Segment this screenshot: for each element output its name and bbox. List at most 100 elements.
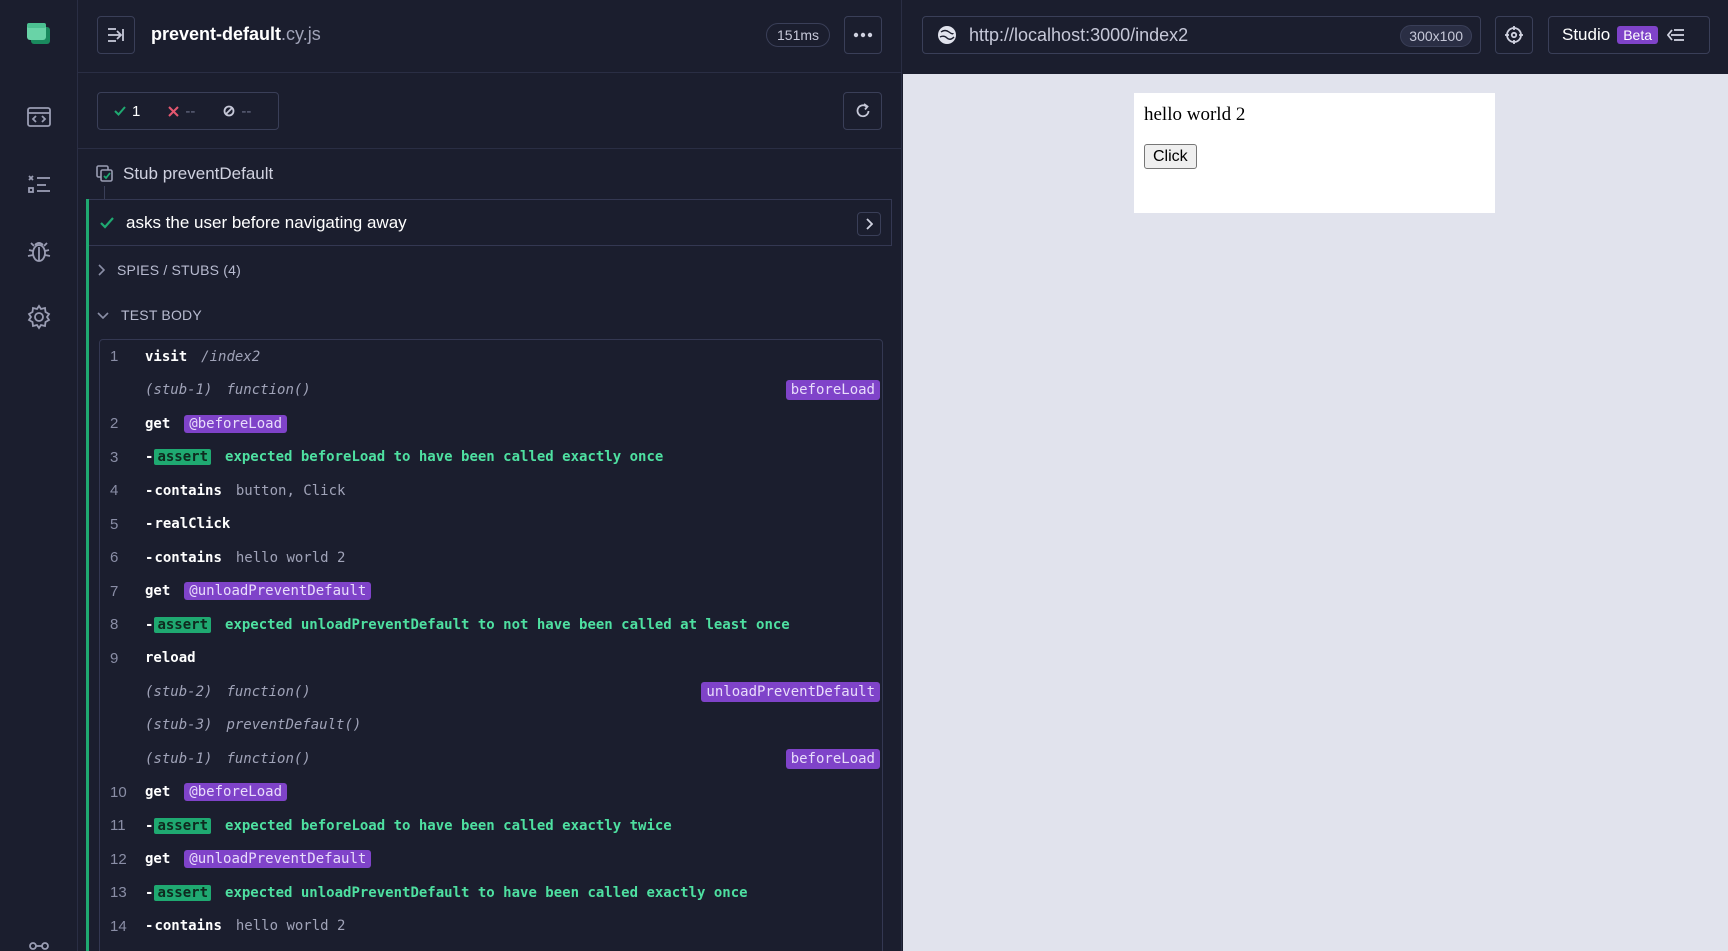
debug-icon[interactable] — [25, 237, 53, 265]
app-preview-panel: http://localhost:3000/index2 300x100 Stu… — [903, 0, 1728, 951]
pending-icon — [223, 105, 235, 117]
command-line-number: 7 — [110, 582, 119, 600]
viewport-size-badge[interactable]: 300x100 — [1400, 25, 1472, 47]
rerun-button[interactable] — [843, 92, 882, 130]
chevron-down-icon — [97, 312, 109, 319]
command-line-number: 10 — [110, 783, 127, 801]
reporter-panel: prevent-default.cy.js 151ms 1 -- -- Stub… — [78, 0, 902, 951]
test-block: asks the user before navigating away SPI… — [86, 199, 892, 951]
spies-stubs-toggle[interactable]: SPIES / STUBS (4) — [97, 262, 241, 278]
child-dash: - — [145, 549, 154, 566]
assert-row[interactable]: 11 - assert expected beforeLoad to have be… — [100, 809, 882, 842]
command-message: button, Click — [235, 482, 346, 499]
stub-event-row[interactable]: (stub-1) function() beforeLoad — [100, 374, 882, 407]
collapse-sidebar-button[interactable] — [97, 16, 135, 54]
command-line-number: 14 — [110, 917, 127, 935]
test-passed-check-icon — [100, 216, 114, 229]
stats-bar: 1 -- -- — [78, 74, 902, 149]
passed-stat[interactable]: 1 — [114, 103, 140, 120]
assert-badge: assert — [154, 884, 212, 901]
assert-row[interactable]: 3 - assert expected beforeLoad to have bee… — [100, 441, 882, 474]
command-row[interactable]: 6 - contains hello world 2 — [100, 541, 882, 574]
more-options-button[interactable] — [844, 16, 882, 54]
selector-playground-button[interactable] — [1495, 16, 1533, 54]
command-line-number: 6 — [110, 549, 119, 566]
stub-label: (stub-2) — [145, 683, 213, 700]
runs-icon[interactable] — [25, 170, 53, 198]
command-name: get — [145, 784, 171, 800]
suite-icon — [96, 165, 113, 182]
cypress-logo-icon[interactable] — [26, 22, 52, 46]
pending-stat[interactable]: -- — [223, 103, 251, 120]
stub-function: preventDefault() — [226, 717, 362, 733]
command-line-number: 4 — [110, 482, 119, 499]
test-title-row[interactable]: asks the user before navigating away — [89, 199, 892, 246]
stub-event-row[interactable]: (stub-1) function() beforeLoad — [100, 742, 882, 775]
settings-icon[interactable] — [25, 303, 53, 331]
command-row[interactable]: 10 get @beforeLoad — [100, 776, 882, 809]
chevron-right-icon — [866, 218, 873, 230]
suite-title: Stub preventDefault — [123, 164, 274, 183]
chevron-right-icon — [98, 264, 105, 276]
alias-tag: unloadPreventDefault — [701, 681, 880, 702]
passed-count: 1 — [132, 102, 141, 120]
specs-icon[interactable] — [25, 103, 53, 131]
command-row[interactable]: 9 reload — [100, 642, 882, 675]
stub-label: (stub-1) — [145, 750, 213, 767]
command-line-number: 3 — [110, 448, 119, 466]
app-viewport-area: hello world 2 Click — [903, 74, 1728, 951]
stub-event-row[interactable]: (stub-3) preventDefault() — [100, 709, 882, 742]
command-row[interactable]: 5 - realClick — [100, 508, 882, 541]
studio-beta-badge: Beta — [1617, 26, 1659, 44]
command-row[interactable]: 7 get @unloadPreventDefault — [100, 575, 882, 608]
spec-name-ext: .cy.js — [281, 24, 321, 44]
command-row[interactable]: 2 get @beforeLoad — [100, 407, 882, 440]
reporter-header: prevent-default.cy.js 151ms — [78, 0, 902, 73]
failed-stat[interactable]: -- — [168, 103, 195, 120]
command-row[interactable]: 14 - contains hello world 2 — [100, 910, 882, 943]
alias-tag: beforeLoad — [785, 380, 880, 400]
keyboard-shortcut-icon[interactable] — [26, 938, 52, 951]
command-line-number: 1 — [110, 348, 119, 365]
assert-badge: assert — [154, 449, 212, 465]
command-line-number: 13 — [110, 884, 127, 901]
command-line-number: 5 — [110, 515, 119, 533]
command-row[interactable]: 1 visit/index2 — [100, 340, 882, 373]
command-name: contains — [154, 482, 222, 499]
suite-title-row[interactable]: Stub preventDefault — [96, 164, 273, 184]
command-name: contains — [154, 549, 222, 566]
spec-name-base: prevent-default — [151, 24, 282, 44]
url-bar[interactable]: http://localhost:3000/index2 300x100 — [922, 16, 1481, 54]
command-line-number: 9 — [110, 649, 119, 667]
pending-count: -- — [241, 102, 252, 120]
open-in-ide-button[interactable] — [857, 212, 881, 236]
test-body-toggle[interactable]: TEST BODY — [97, 307, 202, 323]
child-dash: - — [145, 482, 154, 499]
assert-row[interactable]: 13 - assert expected unloadPreventDefault … — [100, 876, 882, 909]
stub-label: (stub-1) — [145, 382, 213, 398]
assert-message: expected beforeLoad to have been called … — [225, 817, 672, 834]
assert-message: expected unloadPreventDefault to not hav… — [225, 616, 790, 633]
stub-function: function() — [226, 683, 311, 700]
assert-message: expected beforeLoad to have been called … — [225, 449, 664, 465]
test-stats: 1 -- -- — [97, 92, 279, 130]
crosshair-icon — [1505, 26, 1523, 44]
studio-button[interactable]: Studio Beta — [1548, 16, 1710, 54]
command-line-number: 11 — [110, 817, 126, 834]
alias-badge: @unloadPreventDefault — [184, 582, 372, 600]
assert-badge: assert — [154, 817, 212, 834]
side-navbar — [0, 0, 78, 951]
check-icon — [114, 106, 126, 116]
studio-collapse-icon — [1667, 29, 1685, 41]
command-name: get — [145, 583, 171, 599]
collapse-icon — [108, 28, 124, 42]
stub-event-row[interactable]: (stub-2) function() unloadPreventDefault — [100, 675, 882, 708]
command-message: hello world 2 — [235, 549, 346, 566]
command-row[interactable]: 4 - contains button, Click — [100, 474, 882, 507]
child-dash: - — [145, 516, 154, 532]
assert-row[interactable]: 8 - assert expected unloadPreventDefault t… — [100, 608, 882, 641]
alias-badge: @beforeLoad — [184, 414, 288, 433]
command-message: hello world 2 — [235, 918, 346, 934]
app-click-button[interactable]: Click — [1144, 144, 1197, 169]
command-row[interactable]: 12 get @unloadPreventDefault — [100, 843, 882, 876]
